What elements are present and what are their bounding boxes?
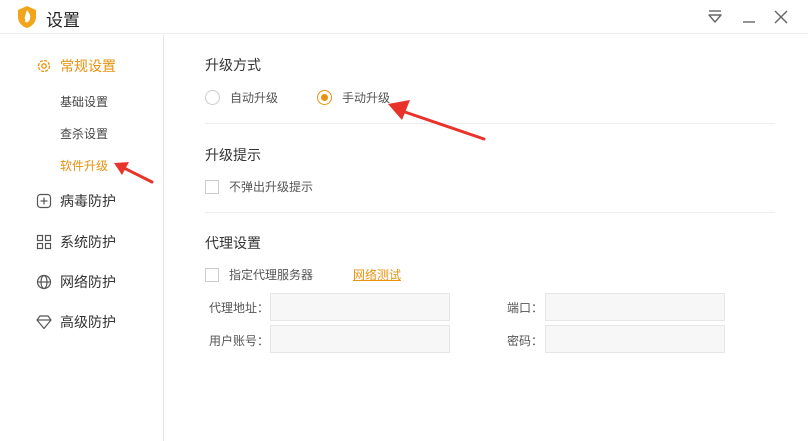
sidebar-item-label: 常规设置 — [60, 59, 116, 75]
checkbox[interactable] — [205, 179, 219, 194]
window-title: 设置 — [46, 11, 80, 31]
port-input[interactable] — [545, 293, 725, 321]
sidebar-item-label: 网络防护 — [60, 275, 116, 291]
minimize-icon[interactable] — [738, 6, 760, 28]
plus-square-icon — [36, 193, 52, 209]
proxy-address-label: 代理地址： — [209, 301, 270, 315]
checkbox[interactable] — [205, 267, 219, 282]
globe-icon — [36, 274, 52, 290]
sidebar-item-general-settings[interactable]: 常规设置 — [36, 55, 116, 77]
proxy-address-input[interactable] — [270, 293, 450, 321]
close-icon[interactable] — [770, 6, 792, 28]
sidebar-item-label: 高级防护 — [60, 315, 116, 331]
grid-icon — [36, 234, 52, 250]
gear-icon — [37, 59, 51, 73]
proxy-settings-title: 代理设置 — [205, 236, 261, 252]
radio-label: 自动升级 — [230, 91, 279, 105]
radio-auto-upgrade[interactable]: 自动升级 — [205, 89, 278, 106]
specify-proxy-checkbox[interactable]: 指定代理服务器 — [205, 266, 313, 283]
radio-manual-upgrade[interactable]: 手动升级 — [317, 89, 390, 106]
section-divider — [205, 123, 775, 124]
no-upgrade-prompt-checkbox[interactable]: 不弹出升级提示 — [205, 178, 313, 195]
sidebar-item-virus-protection[interactable]: 病毒防护 — [36, 190, 116, 212]
sidebar-item-advanced-protection[interactable]: 高级防护 — [36, 311, 116, 333]
sidebar-item-system-protection[interactable]: 系统防护 — [36, 231, 116, 253]
radio-label: 手动升级 — [342, 91, 391, 105]
diamond-icon — [36, 315, 52, 330]
port-label: 端口： — [507, 301, 544, 315]
section-divider — [205, 212, 775, 213]
sidebar-subitem-basic[interactable]: 基础设置 — [60, 93, 108, 110]
user-account-input[interactable] — [270, 325, 450, 353]
password-input[interactable] — [545, 325, 725, 353]
sidebar-subitem-software-upgrade[interactable]: 软件升级 — [60, 157, 108, 174]
sidebar-item-network-protection[interactable]: 网络防护 — [36, 271, 116, 293]
menu-icon[interactable] — [704, 6, 726, 28]
user-account-label: 用户账号： — [209, 334, 270, 348]
sidebar-item-label: 病毒防护 — [60, 194, 116, 210]
sidebar-item-label: 系统防护 — [60, 235, 116, 251]
checkbox-label: 不弹出升级提示 — [229, 180, 314, 194]
radio-button-checked[interactable] — [317, 90, 332, 105]
upgrade-mode-title: 升级方式 — [205, 58, 261, 74]
upgrade-prompt-title: 升级提示 — [205, 148, 261, 164]
sidebar: 常规设置 基础设置 查杀设置 软件升级 病毒防护 系统防护 网络防护 高级防护 — [0, 35, 164, 441]
app-logo-icon — [18, 6, 36, 28]
title-bar: 设置 — [0, 0, 808, 34]
network-test-link[interactable]: 网络测试 — [353, 266, 401, 283]
sidebar-subitem-scan[interactable]: 查杀设置 — [60, 125, 108, 142]
radio-button[interactable] — [205, 90, 220, 105]
password-label: 密码： — [507, 334, 544, 348]
settings-panel: 升级方式 自动升级 手动升级 升级提示 不弹出升级提示 代理设置 指定代理服务器… — [165, 35, 808, 441]
checkbox-label: 指定代理服务器 — [229, 268, 314, 282]
